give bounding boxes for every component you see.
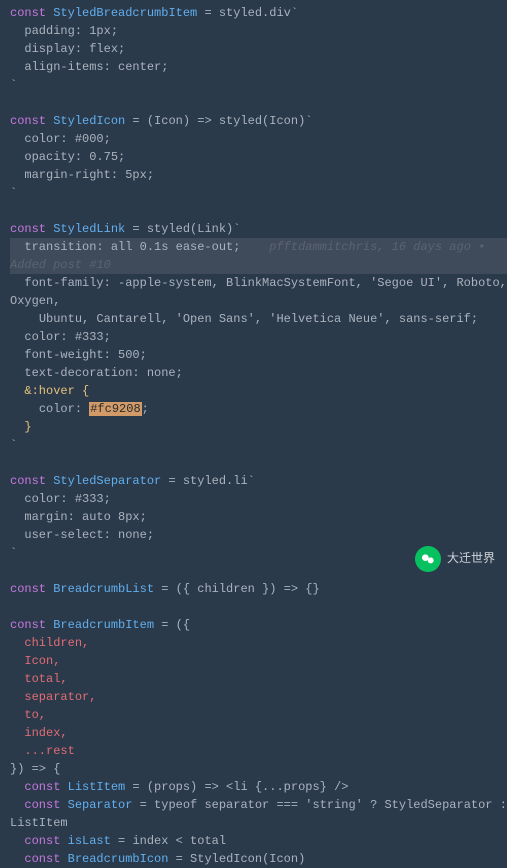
keyword-const: const — [24, 852, 60, 866]
prop: ...rest — [10, 744, 75, 758]
assign: = styled(Link)` — [125, 222, 240, 236]
var-breadcrumb-item: BreadcrumbItem — [53, 618, 154, 632]
assign: = ({ — [154, 618, 190, 632]
css-line: Ubuntu, Cantarell, 'Open Sans', 'Helveti… — [10, 312, 478, 326]
assign: = ({ children }) => {} — [154, 582, 320, 596]
template-close: ` — [10, 546, 17, 560]
keyword-const: const — [10, 222, 46, 236]
keyword-const: const — [24, 780, 60, 794]
assign: = (Icon) => styled(Icon)` — [125, 114, 312, 128]
var-separator: Separator — [68, 798, 133, 812]
prop: index, — [10, 726, 68, 740]
var-breadcrumbicon: BreadcrumbIcon — [68, 852, 169, 866]
color-highlight: #fc9208 — [89, 402, 141, 416]
var-styled-icon: StyledIcon — [53, 114, 125, 128]
var-listitem: ListItem — [68, 780, 126, 794]
assign: = styled.div` — [197, 6, 298, 20]
watermark: 大迁世界 — [415, 546, 495, 572]
var-styled-breadcrumb-item: StyledBreadcrumbItem — [53, 6, 197, 20]
var-islast: isLast — [68, 834, 111, 848]
css-line: padding: 1px; — [10, 24, 118, 38]
highlighted-line: transition: all 0.1s ease-out; pfftdammi… — [10, 238, 507, 274]
keyword-const: const — [24, 798, 60, 812]
template-close: ` — [10, 438, 17, 452]
css-hover-close: } — [10, 420, 32, 434]
keyword-const: const — [10, 474, 46, 488]
prop: total, — [10, 672, 68, 686]
wechat-icon — [415, 546, 441, 572]
css-line: font-family: -apple-system, BlinkMacSyst… — [10, 276, 507, 308]
prop: children, — [10, 636, 89, 650]
css-line: opacity: 0.75; — [10, 150, 125, 164]
keyword-const: const — [10, 6, 46, 20]
template-close: ` — [10, 78, 17, 92]
css-line: display: flex; — [10, 42, 125, 56]
css-line: color: #333; — [10, 492, 111, 506]
css-line: margin-right: 5px; — [10, 168, 154, 182]
css-line: text-decoration: none; — [10, 366, 183, 380]
css-hover: &:hover { — [10, 384, 89, 398]
prop: separator, — [10, 690, 96, 704]
arrow: }) => { — [10, 762, 60, 776]
css-line: margin: auto 8px; — [10, 510, 147, 524]
keyword-const: const — [10, 618, 46, 632]
css-line: user-select: none; — [10, 528, 154, 542]
var-styled-link: StyledLink — [53, 222, 125, 236]
keyword-const: const — [10, 114, 46, 128]
css-line: align-items: center; — [10, 60, 168, 74]
css-line: font-weight: 500; — [10, 348, 147, 362]
prop: Icon, — [10, 654, 60, 668]
template-close: ` — [10, 186, 17, 200]
keyword-const: const — [24, 834, 60, 848]
var-styled-separator: StyledSeparator — [53, 474, 161, 488]
prop: to, — [10, 708, 46, 722]
keyword-const: const — [10, 582, 46, 596]
css-line: color: — [10, 402, 89, 416]
assign: = styled.li` — [161, 474, 255, 488]
watermark-label: 大迁世界 — [447, 550, 495, 568]
var-breadcrumb-list: BreadcrumbList — [53, 582, 154, 596]
css-line: color: #333; — [10, 330, 111, 344]
css-line: color: #000; — [10, 132, 111, 146]
code-editor[interactable]: const StyledBreadcrumbItem = styled.div`… — [10, 4, 507, 868]
